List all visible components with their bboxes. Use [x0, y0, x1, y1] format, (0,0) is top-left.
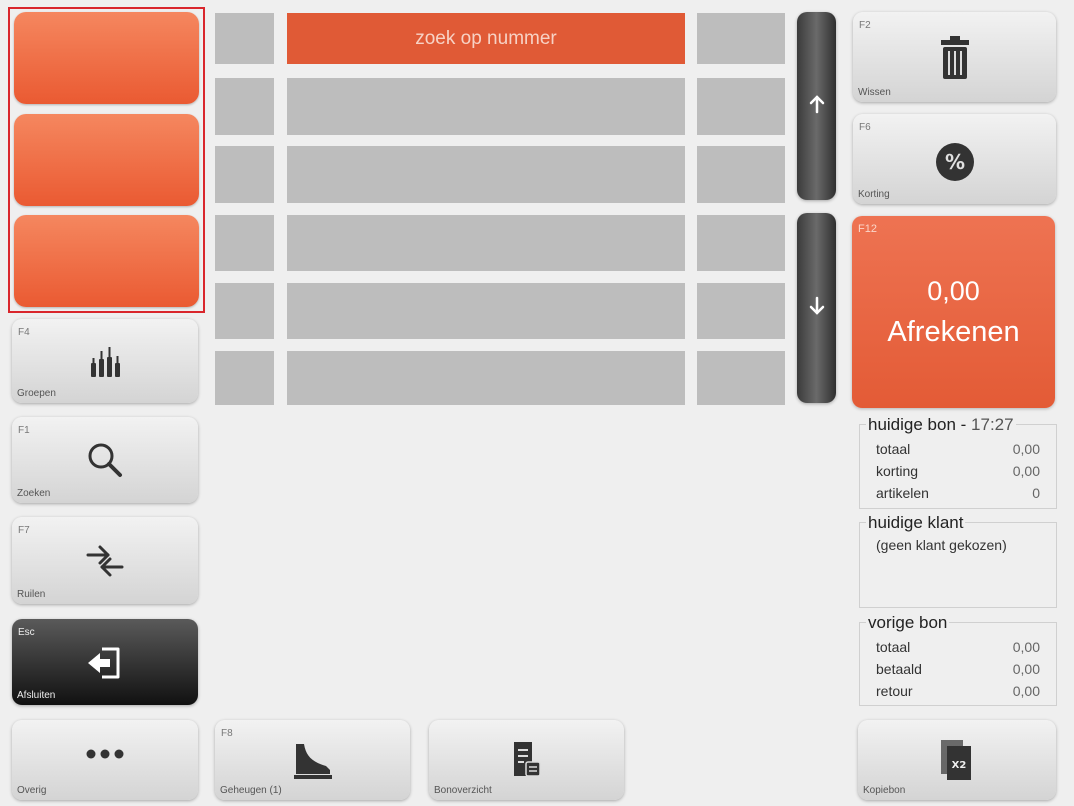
zoeken-button[interactable]: F1 Zoeken: [12, 417, 198, 503]
exit-icon: [12, 643, 198, 683]
row-label: betaald: [876, 661, 922, 677]
bottles-icon: [12, 341, 198, 381]
grid-cell[interactable]: [215, 351, 274, 405]
memory-icon: [215, 740, 410, 780]
search-icon: [12, 439, 198, 481]
receipt-list-icon: [429, 740, 624, 780]
key-label: F8: [221, 728, 233, 739]
row-value: 0,00: [1012, 683, 1040, 699]
grid-cell[interactable]: [215, 13, 274, 64]
button-label: Kopiebon: [863, 785, 906, 796]
groepen-button[interactable]: F4 Groepen: [12, 319, 198, 403]
button-label: Afsluiten: [17, 690, 56, 701]
summary-row: totaal 0,00: [876, 441, 1040, 457]
current-receipt-panel: huidige bon - 17:27 totaal 0,00 korting 0,…: [859, 415, 1057, 509]
grid-cell[interactable]: [697, 78, 785, 135]
grid-cell[interactable]: [287, 351, 685, 405]
row-value: 0,00: [1012, 441, 1040, 457]
grid-cell[interactable]: [697, 351, 785, 405]
current-customer-title: huidige klant: [866, 513, 966, 533]
summary-row: artikelen 0: [876, 485, 1040, 501]
summary-row: totaal 0,00: [876, 639, 1040, 655]
search-by-number-field[interactable]: zoek op nummer: [287, 13, 685, 64]
korting-button[interactable]: F6 % Korting: [853, 114, 1056, 204]
current-customer-panel[interactable]: huidige klant (geen klant gekozen): [859, 513, 1057, 608]
row-value: 0,00: [1012, 661, 1040, 677]
arrow-up-icon: [808, 94, 826, 119]
grid-cell[interactable]: [697, 13, 785, 64]
row-label: totaal: [876, 639, 911, 655]
grid-cell[interactable]: [287, 215, 685, 271]
grid-cell[interactable]: [215, 215, 274, 271]
button-label: Ruilen: [17, 589, 46, 600]
title-text: huidige bon -: [868, 415, 972, 434]
row-value: 0: [1032, 485, 1040, 501]
summary-row: retour 0,00: [876, 683, 1040, 699]
button-label: Geheugen (1): [220, 785, 282, 796]
pay-label: Afrekenen: [887, 316, 1020, 348]
exchange-icon: [12, 541, 198, 581]
button-label: Bonoverzicht: [434, 785, 492, 796]
previous-receipt-title: vorige bon: [866, 613, 950, 633]
key-label: Esc: [18, 627, 35, 638]
overig-button[interactable]: Overig: [12, 720, 198, 800]
current-receipt-title: huidige bon - 17:27: [866, 415, 1016, 435]
grid-cell[interactable]: [697, 146, 785, 203]
button-label: Zoeken: [17, 488, 51, 499]
key-label: F7: [18, 525, 30, 536]
ruilen-button[interactable]: F7 Ruilen: [12, 517, 198, 604]
scroll-up-button[interactable]: [797, 12, 836, 200]
geheugen-button[interactable]: F8 Geheugen (1): [215, 720, 410, 800]
quick-buttons-panel: [8, 7, 205, 313]
button-label: Groepen: [17, 388, 56, 399]
button-label: Overig: [17, 785, 47, 796]
row-value: 0,00: [1012, 463, 1040, 479]
key-label: F12: [858, 223, 877, 235]
grid-cell[interactable]: [287, 78, 685, 135]
trash-icon: [853, 36, 1056, 80]
bonoverzicht-button[interactable]: Bonoverzicht: [429, 720, 624, 800]
grid-cell[interactable]: [697, 283, 785, 339]
percent-icon: %: [853, 142, 1056, 182]
row-label: artikelen: [876, 485, 929, 501]
button-label: Korting: [858, 189, 890, 200]
grid-cell[interactable]: [287, 146, 685, 203]
arrow-down-icon: [808, 296, 826, 321]
row-label: totaal: [876, 441, 911, 457]
wissen-button[interactable]: F2 Wissen: [853, 12, 1056, 102]
key-label: F2: [859, 20, 871, 31]
grid-cell[interactable]: [215, 78, 274, 135]
row-label: korting: [876, 463, 919, 479]
previous-receipt-panel: vorige bon totaal 0,00 betaald 0,00 retour…: [859, 613, 1057, 706]
summary-row: betaald 0,00: [876, 661, 1040, 677]
copy-receipt-icon: X2: [858, 738, 1056, 782]
quick-button-1[interactable]: [14, 12, 199, 104]
pay-amount: 0,00: [927, 276, 980, 306]
grid-cell[interactable]: [287, 283, 685, 339]
receipt-time: 17:27: [971, 415, 1014, 434]
customer-note: (geen klant gekozen): [876, 537, 1007, 553]
summary-row: korting 0,00: [876, 463, 1040, 479]
grid-cell[interactable]: [215, 283, 274, 339]
scroll-down-button[interactable]: [797, 213, 836, 403]
row-label: retour: [876, 683, 913, 699]
grid-cell[interactable]: [215, 146, 274, 203]
quick-button-3[interactable]: [14, 215, 199, 307]
key-label: F4: [18, 327, 30, 338]
key-label: F1: [18, 425, 30, 436]
svg-text:%: %: [944, 150, 964, 174]
quick-button-2[interactable]: [14, 114, 199, 206]
more-icon: [12, 748, 198, 760]
row-value: 0,00: [1012, 639, 1040, 655]
kopiebon-button[interactable]: X2 Kopiebon: [858, 720, 1056, 800]
afsluiten-button[interactable]: Esc Afsluiten: [12, 619, 198, 705]
svg-text:X2: X2: [952, 760, 967, 771]
key-label: F6: [859, 122, 871, 133]
grid-cell[interactable]: [697, 215, 785, 271]
afrekenen-button[interactable]: F12 0,00 Afrekenen: [852, 216, 1055, 408]
button-label: Wissen: [858, 87, 891, 98]
